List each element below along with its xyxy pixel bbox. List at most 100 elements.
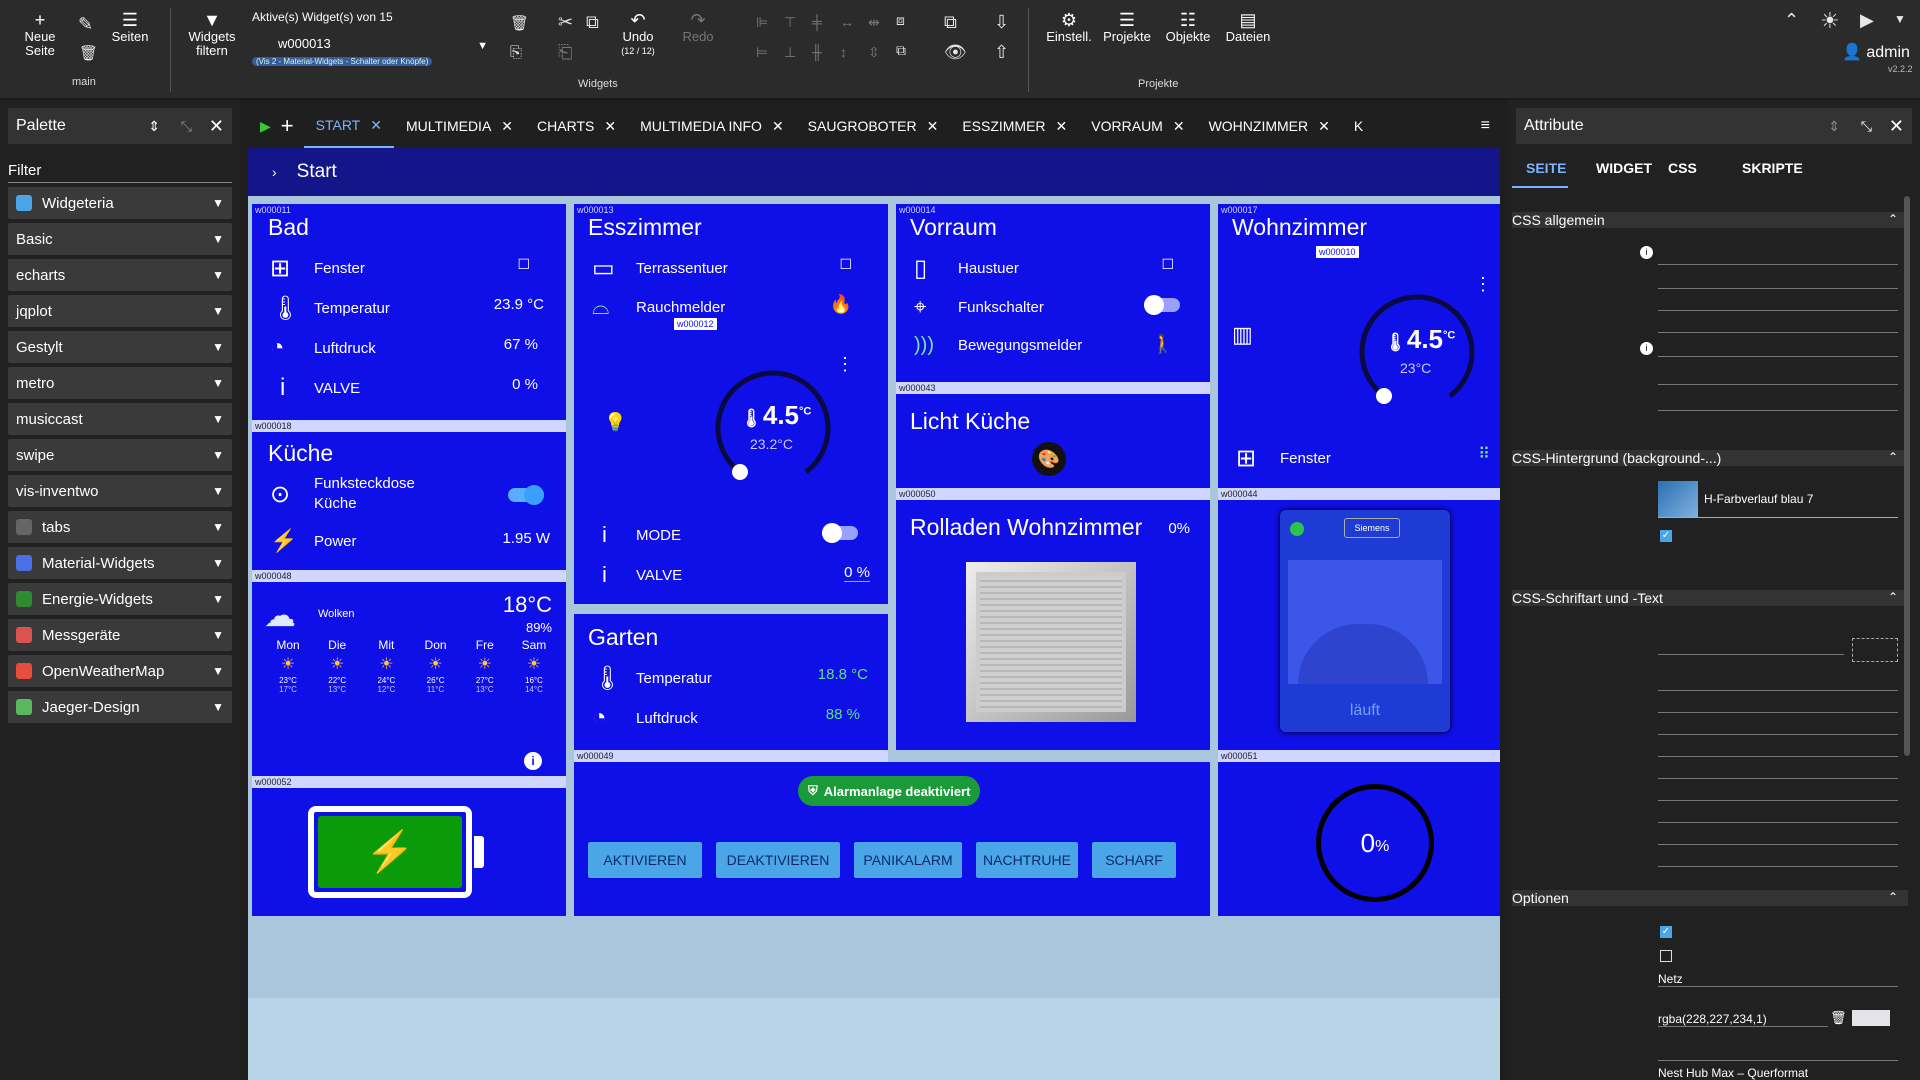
editor-canvas[interactable]: › Start Bad ⊞ Fenster ☐ 🌡 Temperatur 23.9 … [248, 148, 1500, 1080]
align-middle-icon[interactable]: ╫ [812, 44, 822, 60]
valve-input[interactable]: 0 % [844, 564, 870, 582]
info-icon[interactable]: i [524, 752, 542, 770]
wohnzimmer-card[interactable]: Wohnzimmer w000010 ⋮ ▥ 🌡4.5°C 23°C ⊞ Fens… [1218, 204, 1500, 488]
chevron-down-icon[interactable]: ▼ [1894, 12, 1906, 26]
attr-input[interactable] [1658, 800, 1898, 801]
palette-category[interactable]: Widgeteria ▼ [8, 187, 232, 219]
delete-icon[interactable]: 🗑 [1830, 1010, 1847, 1026]
attr-input[interactable] [1658, 844, 1898, 845]
palette-category[interactable]: jqplot ▼ [8, 295, 232, 327]
close-icon[interactable]: ✕ [1056, 118, 1068, 135]
attr-section[interactable]: Optionen ⌃ [1512, 890, 1908, 906]
attributes-scrollbar[interactable] [1904, 196, 1910, 756]
palette-category[interactable]: swipe ▼ [8, 439, 232, 471]
attr-section[interactable]: CSS-Hintergrund (background-...) ⌃ [1512, 450, 1908, 466]
palette-category[interactable]: tabs ▼ [8, 511, 232, 543]
palette-category[interactable]: vis-inventwo ▼ [8, 475, 232, 507]
palette-icon[interactable]: 🎨 [1032, 442, 1066, 476]
attr-input[interactable] [1658, 734, 1898, 735]
rolladen-card[interactable]: Rolladen Wohnzimmer 0% [896, 500, 1210, 750]
attr-tab-css[interactable]: CSS [1668, 160, 1697, 176]
align-right-icon[interactable]: ⊨ [756, 44, 768, 61]
palette-category[interactable]: Basic ▼ [8, 223, 232, 255]
close-icon[interactable]: ✕ [501, 118, 513, 135]
checkbox-checked[interactable]: ✓ [1660, 530, 1672, 542]
distribute-v2-icon[interactable]: ⇳ [868, 44, 880, 61]
close-icon[interactable]: ✕ [209, 116, 224, 137]
tab-vorraum[interactable]: VORRAUM ✕ [1079, 104, 1196, 148]
tab-multimedia-info[interactable]: MULTIMEDIA INFO ✕ [628, 104, 796, 148]
attr-input[interactable] [1658, 264, 1898, 265]
open-new-icon[interactable]: ⧉ [944, 12, 957, 33]
delete-page-icon[interactable]: 🗑 [79, 44, 98, 62]
collapse-icon[interactable]: ⤡ [1861, 118, 1872, 135]
garten-card[interactable]: Garten 🌡 Temperatur 18.8 °C ◔ Luftdruck 88… [574, 614, 888, 750]
undo-button[interactable]: ↶ Undo (12 / 12) [618, 10, 658, 58]
sort-icon[interactable]: ⇕ [1828, 118, 1840, 135]
distribute-icon[interactable]: ⇹ [868, 14, 880, 31]
paste-icon[interactable]: ⎗ [558, 42, 572, 63]
licht-kueche-card[interactable]: Licht Küche 🎨 [896, 394, 1210, 488]
attr-section[interactable]: CSS-Schriftart und -Text ⌃ [1512, 590, 1908, 606]
align-bottom-icon[interactable]: ⊥ [784, 44, 796, 61]
align-left-icon[interactable]: ⊫ [756, 14, 768, 31]
attr-input[interactable] [1658, 410, 1898, 411]
delete-widget-icon[interactable]: 🗑 [510, 14, 529, 32]
brand-button[interactable]: Siemens [1344, 518, 1400, 538]
palette-filter[interactable]: Filter [8, 162, 232, 183]
distribute-v-icon[interactable]: ↕ [840, 44, 847, 60]
chevron-right-icon[interactable]: › [272, 164, 277, 180]
color-swatch[interactable] [1852, 1010, 1890, 1026]
alarm-deaktivieren-button[interactable]: DEAKTIVIEREN [716, 842, 840, 878]
alarm-nachtruhe-button[interactable]: NACHTRUHE [976, 842, 1078, 878]
info-icon[interactable]: i [1640, 246, 1653, 259]
pages-button[interactable]: ☰ Seiten [108, 10, 152, 44]
projects-button[interactable]: ☰ Projekte [1100, 10, 1154, 44]
color-picker[interactable] [1852, 638, 1898, 662]
mode-toggle[interactable] [822, 523, 858, 543]
close-icon[interactable]: ✕ [1889, 116, 1904, 137]
siemens-card[interactable]: Siemens läuft [1218, 500, 1500, 750]
tab-multimedia[interactable]: MULTIMEDIA ✕ [394, 104, 525, 148]
checkbox-checked[interactable]: ✓ [1660, 926, 1672, 938]
user-menu[interactable]: 👤 admin [1842, 42, 1910, 62]
close-icon[interactable]: ✕ [1318, 118, 1330, 135]
theme-icon[interactable]: ☀ [1820, 8, 1840, 34]
vorraum-card[interactable]: Vorraum ▯ Haustuer ☐ ⌖ Funkschalter ))) Bew… [896, 204, 1210, 382]
align-top-icon[interactable]: ⊤ [784, 14, 796, 31]
same-size-icon[interactable]: ⧈ [896, 12, 905, 29]
close-icon[interactable]: ✕ [604, 118, 616, 135]
alarm-scharf-button[interactable]: SCHARF [1092, 842, 1176, 878]
play-icon[interactable]: ▶ [1860, 10, 1874, 31]
attr-input[interactable] [1658, 310, 1898, 311]
attr-input[interactable] [1658, 712, 1898, 713]
attr-tab-widget[interactable]: WIDGET [1596, 160, 1652, 176]
cut-icon[interactable]: ✂ [558, 12, 573, 33]
eye-icon[interactable]: 👁 [944, 42, 967, 63]
tab-k[interactable]: K [1342, 104, 1375, 148]
dishwasher-widget[interactable]: Siemens läuft [1280, 510, 1450, 732]
attr-input[interactable] [1658, 756, 1898, 757]
resolution-select[interactable]: Nest Hub Max – Querformat [1658, 1066, 1898, 1080]
close-icon[interactable]: ✕ [927, 118, 939, 135]
settings-button[interactable]: ⚙ Einstell. [1044, 10, 1094, 44]
info-icon[interactable]: i [1640, 342, 1653, 355]
attr-input[interactable] [1658, 288, 1898, 289]
same-width-icon[interactable]: ⧉ [896, 42, 906, 59]
play-icon[interactable]: ▶ [260, 118, 271, 135]
more-vert-icon[interactable]: ⋮ [836, 354, 854, 375]
kueche-card[interactable]: Küche ⊙ Funksteckdose Küche ⚡ Power 1.95 W [252, 432, 566, 572]
attr-input[interactable] [1658, 778, 1898, 779]
attr-input[interactable] [1658, 356, 1898, 357]
grid-select[interactable]: Netz [1658, 972, 1898, 987]
distribute-h-icon[interactable]: ↔ [840, 14, 854, 30]
palette-category[interactable]: Gestylt ▼ [8, 331, 232, 363]
close-icon[interactable]: ✕ [772, 118, 784, 135]
tab-charts[interactable]: CHARTS ✕ [525, 104, 628, 148]
bad-card[interactable]: Bad ⊞ Fenster ☐ 🌡 Temperatur 23.9 °C ◔ Luft… [252, 204, 566, 422]
socket-toggle[interactable] [508, 485, 544, 505]
palette-category[interactable]: musiccast ▼ [8, 403, 232, 435]
edit-icon[interactable]: ✎ [78, 14, 93, 35]
shutter-image[interactable] [966, 562, 1136, 722]
attr-section[interactable]: CSS allgemein ⌃ [1512, 212, 1908, 228]
